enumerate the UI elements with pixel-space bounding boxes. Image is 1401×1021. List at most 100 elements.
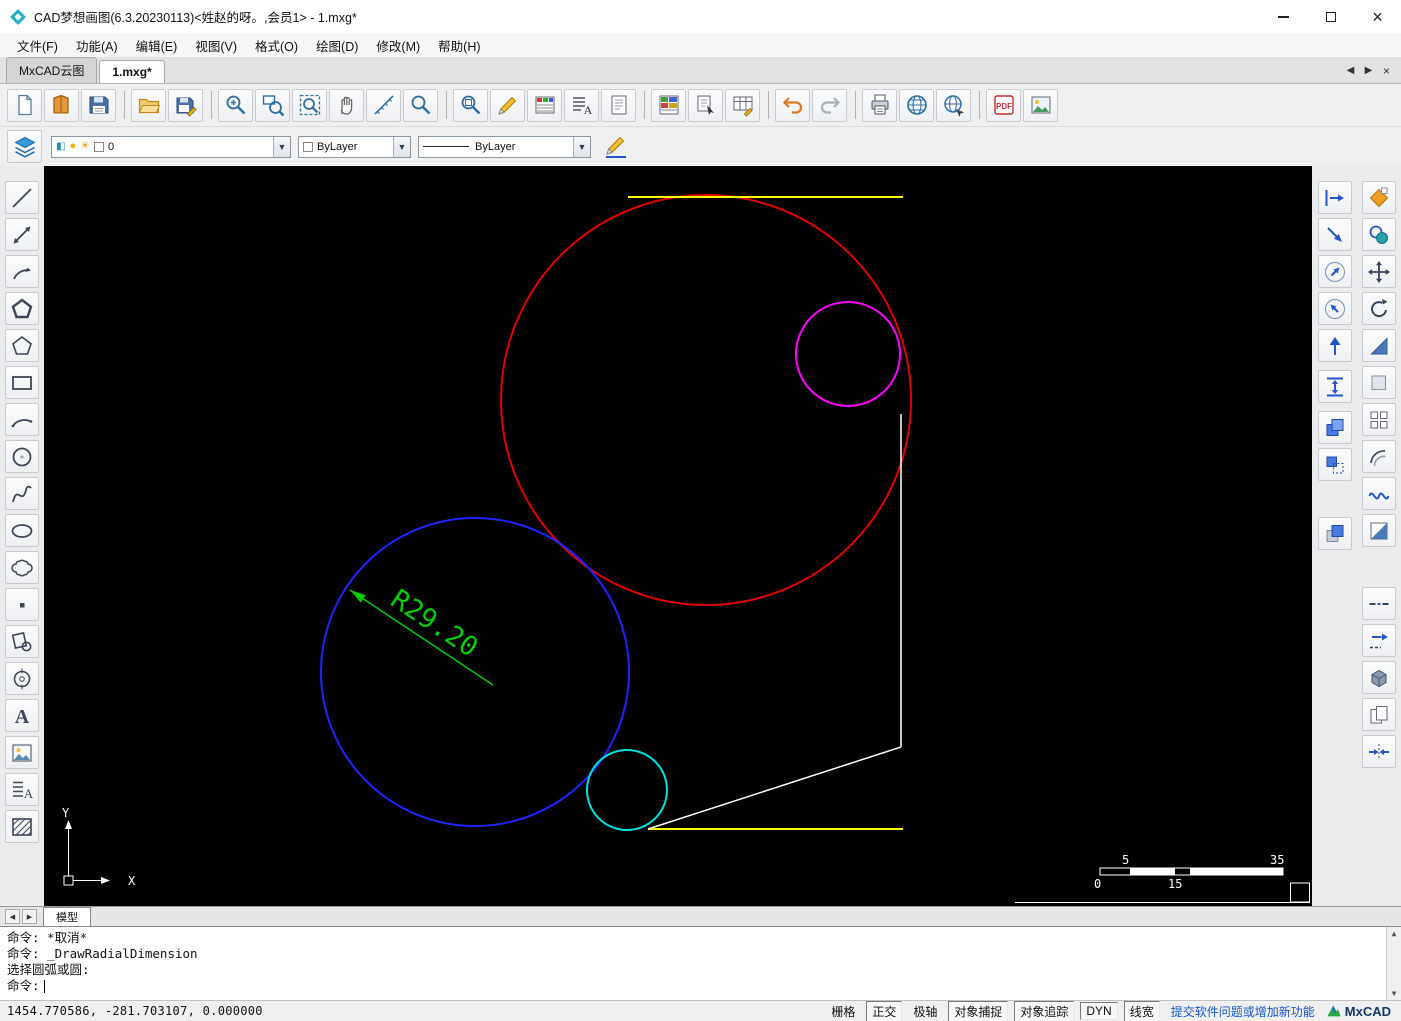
linetype-edit-button[interactable] [598, 130, 633, 163]
menu-item[interactable]: 文件(F) [8, 33, 67, 58]
status-toggle-极轴[interactable]: 极轴 [908, 1002, 942, 1021]
mirror-button[interactable] [1362, 329, 1396, 362]
pdf-export-button[interactable]: PDF [986, 88, 1021, 122]
construction-line-button[interactable] [5, 218, 39, 251]
layers-button[interactable] [7, 130, 42, 163]
status-toggle-DYN[interactable]: DYN [1080, 1002, 1118, 1020]
linetype-select[interactable]: ByLayer ▼ [418, 135, 591, 158]
command-scrollbar[interactable]: ▲ ▼ [1386, 927, 1401, 1000]
palette-button[interactable] [651, 88, 686, 122]
color-table-button[interactable] [527, 88, 562, 122]
status-toggle-栅格[interactable]: 栅格 [826, 1002, 860, 1021]
table-edit-button[interactable] [725, 88, 760, 122]
maximize-button[interactable] [1307, 0, 1354, 33]
pan-button[interactable] [329, 88, 364, 122]
spline-button[interactable] [5, 477, 39, 510]
save-button[interactable] [81, 88, 116, 122]
zoom-window-2-button[interactable] [1317, 292, 1352, 325]
zoom-all-button[interactable] [292, 88, 327, 122]
layout-tab-model[interactable]: 模型 [43, 906, 91, 927]
menu-item[interactable]: 编辑(E) [127, 33, 187, 58]
stretch-button[interactable] [1362, 366, 1396, 399]
offset-button[interactable] [1362, 440, 1396, 473]
linetype-scale-button[interactable] [1362, 587, 1396, 620]
zoom-extents-button[interactable] [218, 88, 253, 122]
menu-item[interactable]: 格式(O) [246, 33, 307, 58]
polygon-button[interactable] [5, 292, 39, 325]
tab-close-button[interactable]: × [1379, 64, 1394, 78]
regular-polygon-button[interactable] [5, 329, 39, 362]
close-button[interactable]: × [1354, 0, 1401, 33]
rotate-button[interactable] [1362, 292, 1396, 325]
point-button[interactable] [5, 588, 39, 621]
ellipse-button[interactable] [5, 514, 39, 547]
web-publish-button[interactable] [936, 88, 971, 122]
zoom-window-button[interactable] [255, 88, 290, 122]
save-as-button[interactable] [168, 88, 203, 122]
document-tab[interactable]: 1.mxg* [99, 60, 165, 83]
text-style-button[interactable]: A [564, 88, 599, 122]
arc-button[interactable] [5, 403, 39, 436]
text-button[interactable]: A [5, 699, 39, 732]
status-toggle-对象追踪[interactable]: 对象追踪 [1014, 1000, 1075, 1021]
scroll-down-icon[interactable]: ▼ [1392, 989, 1397, 998]
menu-item[interactable]: 功能(A) [67, 33, 127, 58]
donut-button[interactable] [5, 662, 39, 695]
zoom-realtime-button[interactable] [1317, 255, 1352, 288]
image-button[interactable] [5, 736, 39, 769]
zoom-previous-button[interactable] [1317, 329, 1352, 362]
color-select[interactable]: ByLayer ▼ [298, 135, 411, 158]
match-properties-button[interactable] [1362, 218, 1396, 251]
open-folder-button[interactable] [131, 88, 166, 122]
rectangle-button[interactable] [5, 366, 39, 399]
status-toggle-线宽[interactable]: 线宽 [1123, 1000, 1160, 1021]
page-setup-button[interactable] [601, 88, 636, 122]
drawing-canvas[interactable]: R29.20 Y X 5 35 0 15 [44, 166, 1312, 906]
chevron-down-icon[interactable]: ▼ [573, 136, 590, 157]
revision-cloud-button[interactable] [5, 551, 39, 584]
command-input-line[interactable]: 命令: [7, 978, 1394, 994]
print-button[interactable] [862, 88, 897, 122]
array-button[interactable] [1362, 403, 1396, 436]
draw-edit-button[interactable] [490, 88, 525, 122]
line-button[interactable] [5, 181, 39, 214]
align-button[interactable] [1362, 735, 1396, 768]
extend-button[interactable] [1362, 624, 1396, 657]
scroll-up-icon[interactable]: ▲ [1392, 929, 1397, 938]
measure-button[interactable] [366, 88, 401, 122]
redo-button[interactable] [812, 88, 847, 122]
align-text-button[interactable]: A [5, 773, 39, 806]
open-drawing-button[interactable] [44, 88, 79, 122]
pan-vertical-button[interactable] [1317, 370, 1352, 403]
status-toggle-对象捕捉[interactable]: 对象捕捉 [948, 1000, 1009, 1021]
erase-button[interactable] [1362, 181, 1396, 214]
chevron-down-icon[interactable]: ▼ [393, 136, 410, 157]
menu-item[interactable]: 帮助(H) [429, 33, 489, 58]
zoom-in-button[interactable] [403, 88, 438, 122]
tab-scroll-left-button[interactable]: ◀ [1343, 65, 1358, 76]
command-line-panel[interactable]: 命令: *取消* 命令: _DrawRadialDimension 选择圆弧或圆: 命… [0, 926, 1401, 1000]
hatch-button[interactable] [5, 810, 39, 843]
region-button[interactable] [5, 625, 39, 658]
menu-item[interactable]: 绘图(D) [307, 33, 367, 58]
copy-clip-button[interactable] [1362, 698, 1396, 731]
tab-scroll-right-button[interactable]: ▶ [1361, 65, 1376, 76]
status-toggle-正交[interactable]: 正交 [866, 1000, 903, 1021]
layout-prev-button[interactable]: ◀ [5, 909, 20, 924]
new-file-button[interactable] [7, 88, 42, 122]
layout-next-button[interactable]: ▶ [22, 909, 37, 924]
fillet-button[interactable] [1362, 477, 1396, 510]
move-button[interactable] [1362, 255, 1396, 288]
polyline-arc-button[interactable] [5, 255, 39, 288]
web-button[interactable] [899, 88, 934, 122]
menu-item[interactable]: 修改(M) [367, 33, 429, 58]
circle-button[interactable] [5, 440, 39, 473]
chevron-down-icon[interactable]: ▼ [273, 136, 290, 157]
gradient-button[interactable] [1362, 514, 1396, 547]
box-3d-button[interactable] [1362, 661, 1396, 694]
layer-select[interactable]: ◧ ● ☀ 0 ▼ [51, 135, 291, 158]
menu-item[interactable]: 视图(V) [186, 33, 246, 58]
zoom-dynamic-button[interactable] [1317, 218, 1352, 251]
document-tab[interactable]: MxCAD云图 [6, 57, 98, 83]
select-copy-button[interactable] [688, 88, 723, 122]
